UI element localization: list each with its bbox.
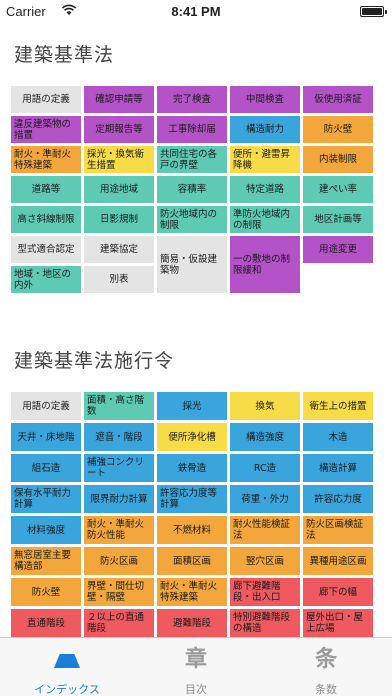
index-tile[interactable]: 面積区画 [157, 547, 227, 575]
index-tile[interactable]: 界壁・間仕切壁・隔壁 [84, 578, 154, 606]
index-tile[interactable]: 便所・避雷昇降機 [230, 146, 300, 173]
battery-icon [360, 6, 387, 17]
index-tile[interactable]: 特別避難階段の構造 [230, 609, 300, 637]
index-tile[interactable]: 構造耐力 [230, 116, 300, 143]
index-tile[interactable]: 異種用途区画 [303, 547, 373, 575]
tab-index[interactable]: インデックス [2, 638, 132, 696]
index-tile[interactable]: 特定道路 [230, 176, 300, 203]
index-tile[interactable]: RC造 [230, 454, 300, 482]
index-tile[interactable]: 遮音・階段 [84, 423, 154, 451]
index-tile[interactable]: 耐火性能検証法 [230, 516, 300, 544]
index-tile[interactable]: 地区計画等 [303, 206, 373, 233]
index-tile[interactable]: 防火区画検証法 [303, 516, 373, 544]
index-tile[interactable]: 高さ斜線制限 [11, 206, 81, 233]
tab-articles[interactable]: 条 条数 [261, 638, 391, 696]
chapter-icon: 章 [184, 646, 208, 672]
index-tile[interactable]: 中間検査 [230, 86, 300, 113]
index-tile[interactable]: 定期報告等 [84, 116, 154, 143]
index-tile[interactable]: 無窓居室主要構造部 [11, 547, 81, 575]
index-tile[interactable]: 内装制限 [303, 146, 373, 173]
article-icon: 条 [314, 646, 338, 672]
index-tile[interactable]: 許容応力度 [303, 485, 373, 513]
index-tile[interactable]: 工事除却届 [157, 116, 227, 143]
status-time: 8:41 PM [171, 4, 221, 19]
index-tile[interactable]: 用途地域 [84, 176, 154, 203]
enforcement-order-index-grid: 用語の定義 面積・高さ階数 採光 換気 衛生上の措置 天井・床地階 遮音・階段 便所浄化槽 構造… [11, 392, 381, 637]
index-tile[interactable]: 直通階段 [11, 609, 81, 637]
index-tile[interactable]: 構造強度 [230, 423, 300, 451]
index-tile[interactable]: 廊下避難階段・出入口 [230, 578, 300, 606]
index-tile[interactable]: 準防火地域内の制限 [230, 206, 300, 233]
index-tile[interactable]: 天井・床地階 [11, 423, 81, 451]
index-tile[interactable]: 採光・換気衛生措置 [84, 146, 154, 173]
index-tile[interactable]: 屋外出口・屋上広場 [303, 609, 373, 637]
index-tile[interactable]: 組石造 [11, 454, 81, 482]
index-tile[interactable]: 耐火・準耐火特殊建築 [11, 146, 81, 173]
index-tile[interactable]: 用語の定義 [11, 392, 81, 420]
tab-index-label: インデックス [34, 683, 100, 696]
index-tile[interactable]: 鉄骨造 [157, 454, 227, 482]
index-tile[interactable]: 耐火・準耐火特殊建築 [157, 578, 227, 606]
building-standards-act-index-grid: 用語の定義 確認申請等 完了検査 中間検査 仮使用済証違反建築物の措置 定期報告等 工事除却… [11, 86, 381, 293]
index-tile[interactable]: 防火壁 [11, 578, 81, 606]
index-tile[interactable]: 共同住宅の各戸の界壁 [157, 146, 227, 173]
index-tile[interactable]: 許容応力度等計算 [157, 485, 227, 513]
index-tile[interactable]: 材料強度 [11, 516, 81, 544]
section-title-enforcement-order: 建築基準法施行令 [14, 350, 175, 372]
tab-toc-label: 目次 [185, 683, 207, 696]
index-tile[interactable]: 簡易・仮設建築物 [157, 236, 227, 293]
index-tile[interactable]: 建築協定 [84, 236, 154, 263]
index-tile[interactable]: 荷重・外力 [230, 485, 300, 513]
index-tile[interactable]: 道路等 [11, 176, 81, 203]
index-tile[interactable]: 型式適合認定 [11, 236, 81, 263]
section-title-building-standards-act: 建築基準法 [14, 44, 115, 66]
index-tile[interactable]: ２以上の直通階段 [84, 609, 154, 637]
index-tile[interactable]: 防火地域内の制限 [157, 206, 227, 233]
status-bar: Carrier 8:41 PM [0, 0, 392, 22]
index-tile[interactable]: 完了検査 [157, 86, 227, 113]
tab-articles-label: 条数 [315, 683, 337, 696]
index-tile[interactable]: 耐火・準耐火防火性能 [84, 516, 154, 544]
tab-table-of-contents[interactable]: 章 目次 [131, 638, 261, 696]
index-tile[interactable]: 構造計算 [303, 454, 373, 482]
index-tile[interactable]: 建ぺい率 [303, 176, 373, 203]
index-tile[interactable]: 防火壁 [303, 116, 373, 143]
index-tile[interactable]: 仮使用済証 [303, 86, 373, 113]
index-tile[interactable]: 採光 [157, 392, 227, 420]
tab-bar: インデックス 章 目次 条 条数 [0, 637, 392, 696]
index-tile[interactable]: 衛生上の措置 [303, 392, 373, 420]
index-tile[interactable]: 一の敷地の制限緩和 [230, 236, 300, 293]
index-tile[interactable]: 面積・高さ階数 [84, 392, 154, 420]
index-tile[interactable]: 確認申請等 [84, 86, 154, 113]
index-tile[interactable]: 用途変更 [303, 236, 373, 263]
index-tile[interactable]: 便所浄化槽 [157, 423, 227, 451]
index-tile[interactable]: 限界耐力計算 [84, 485, 154, 513]
index-tile[interactable]: 換気 [230, 392, 300, 420]
index-tile[interactable]: 違反建築物の措置 [11, 116, 81, 143]
index-tile[interactable]: 廊下の幅 [303, 578, 373, 606]
index-tile[interactable]: 不燃材料 [157, 516, 227, 544]
index-tile[interactable]: 用語の定義 [11, 86, 81, 113]
index-tile[interactable]: 容積率 [157, 176, 227, 203]
index-tile[interactable]: 地域・地区の内外 [11, 266, 81, 293]
index-tile[interactable]: 竪穴区画 [230, 547, 300, 575]
index-tile[interactable]: 保有水平耐力計算 [11, 485, 81, 513]
index-trapezoid-icon [54, 654, 80, 668]
index-tile[interactable]: 防火区画 [84, 547, 154, 575]
index-tile[interactable]: 日影規制 [84, 206, 154, 233]
index-tile[interactable]: 別表 [84, 266, 154, 293]
index-tile[interactable]: 補強コンクリート [84, 454, 154, 482]
index-tile[interactable]: 避難階段 [157, 609, 227, 637]
index-tile[interactable]: 木造 [303, 423, 373, 451]
